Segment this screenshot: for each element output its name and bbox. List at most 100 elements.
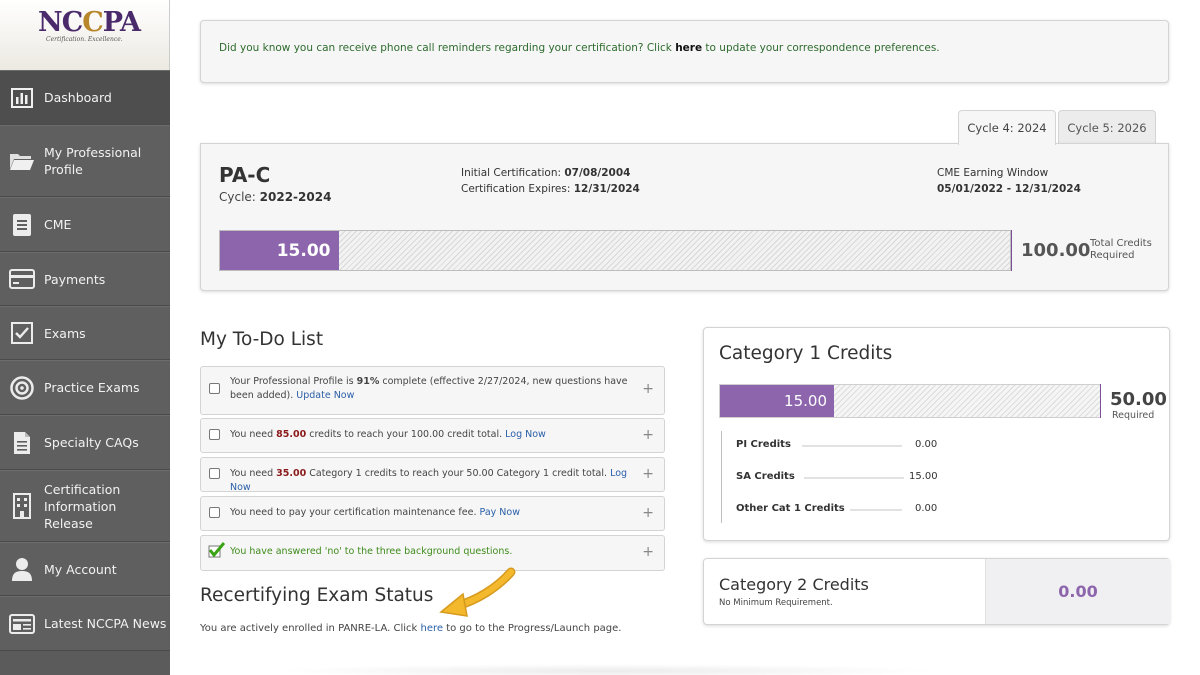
todo-item-category1[interactable]: You need 35.00 Category 1 credits to rea… [200,457,665,495]
sidebar-item-my-professional-profile[interactable]: My Professional Profile [0,125,170,197]
todo-text-pre: Your Professional Profile is [230,376,357,387]
sidebar-item-specialty-caqs[interactable]: Specialty CAQs [0,415,170,470]
certification-dates: Initial Certification: 07/08/2004 Certif… [461,165,640,197]
todo-text-pre: You need [230,429,277,440]
todo-item-background-questions[interactable]: You have answered 'no' to the three back… [200,535,665,571]
cert-expires-value: 12/31/2024 [573,183,640,195]
todo-text-pre: You need to pay your certification maint… [230,507,480,518]
category-2-title: Category 2 Credits [719,575,869,594]
sidebar-item-label: My Account [44,561,117,577]
todo-text-pre: You need [230,468,277,479]
sidebar-item-label: Certification Information Release [44,481,121,531]
todo-text-post: Category 1 credits to reach your 50.00 C… [306,468,611,479]
category-1-required-label: Required [1112,410,1155,421]
todo-checkbox[interactable] [209,429,220,440]
todo-list-title: My To-Do List [200,329,324,350]
nccpa-logo[interactable]: NCCPA Certification. Excellence. [0,0,170,70]
todo-item-profile[interactable]: Your Professional Profile is 91% complet… [200,366,665,415]
todo-text: You need 85.00 credits to reach your 100… [230,428,630,442]
todo-text-emphasis: 85.00 [276,429,307,440]
checkbox-icon [0,322,44,344]
total-credits-required-label: Total Credits Required [1090,238,1152,261]
file-icon [0,431,44,455]
expand-plus-icon[interactable]: + [642,427,654,443]
certification-title: PA-C [219,163,271,187]
todo-checkbox[interactable] [209,507,220,518]
log-now-link[interactable]: Log Now [505,429,546,440]
notice-here-link[interactable]: here [675,42,702,54]
cert-expires-label: Certification Expires: [461,183,574,195]
expand-plus-icon[interactable]: + [642,466,654,482]
credit-label: SA Credits [736,471,795,482]
total-credits-earned: 15.00 [276,240,331,261]
todo-item-credits[interactable]: You need 85.00 credits to reach your 100… [200,418,665,453]
sidebar-item-my-account[interactable]: My Account [0,542,170,596]
folder-icon [0,151,44,171]
sidebar: NCCPA Certification. Excellence. Dashboa… [0,0,170,675]
logo-wordmark: NCCPA [38,7,141,38]
divider [804,477,904,479]
sidebar-item-label: My Professional Profile [44,145,142,177]
category-1-progress-bar: 15.00 [719,384,1101,418]
category-1-progress-fill: 15.00 [720,385,834,417]
todo-text: You need 35.00 Category 1 credits to rea… [230,467,630,495]
exam-text-pre: You are actively enrolled in PANRE-LA. C… [200,623,421,634]
cycle-value: 2022-2024 [259,190,332,204]
tab-cycle-4[interactable]: Cycle 4: 2024 [958,110,1056,145]
todo-checkbox[interactable] [209,383,220,394]
target-icon [0,375,44,400]
user-icon [0,557,44,581]
certification-cycle: Cycle: 2022-2024 [219,190,331,204]
green-check-icon [207,542,226,562]
expand-plus-icon[interactable]: + [642,381,654,397]
sidebar-item-dashboard[interactable]: Dashboard [0,70,170,125]
sidebar-item-label: Latest NCCPA News [44,616,167,631]
sidebar-item-label: Payments [44,271,106,287]
cycle-label: Cycle: [219,190,260,204]
recertifying-exam-status-title: Recertifying Exam Status [200,585,434,606]
todo-text-emphasis: 35.00 [276,468,307,479]
progress-target-marker [1100,384,1101,418]
cme-window-label: CME Earning Window [937,167,1049,179]
divider [850,509,902,511]
expand-plus-icon[interactable]: + [642,505,654,521]
exam-status-text: You are actively enrolled in PANRE-LA. C… [200,623,621,634]
todo-text: You need to pay your certification maint… [230,506,630,520]
divider [802,445,902,447]
initial-cert-value: 07/08/2004 [564,167,631,179]
total-credits-required: 100.00 [1021,240,1091,261]
sidebar-item-label: Dashboard [44,90,112,105]
update-now-link[interactable]: Update Now [296,390,354,401]
category-2-credits-card: Category 2 Credits No Minimum Requiremen… [703,558,1170,625]
document-icon [0,213,44,237]
sidebar-item-certification-information-release[interactable]: Certification Information Release [0,470,170,542]
exam-text-post: to go to the Progress/Launch page. [443,623,622,634]
credit-value: 0.00 [915,503,938,514]
todo-text-emphasis: 91% [356,376,380,387]
cme-earning-window: CME Earning Window 05/01/2022 - 12/31/20… [937,165,1081,197]
expand-plus-icon[interactable]: + [642,544,654,560]
logo-tagline: Certification. Excellence. [46,36,123,43]
tab-cycle-5[interactable]: Cycle 5: 2026 [1058,110,1156,144]
total-credits-progress-bar: 15.00 [219,230,1011,271]
pay-now-link[interactable]: Pay Now [480,507,520,518]
certification-summary-card: PA-C Cycle: 2022-2024 Initial Certificat… [200,143,1169,291]
sidebar-item-exams[interactable]: Exams [0,306,170,360]
notice-text-before: Did you know you can receive phone call … [219,42,676,54]
todo-checkbox[interactable] [209,468,220,479]
sidebar-item-payments[interactable]: Payments [0,252,170,306]
credit-value: 15.00 [909,471,938,482]
correspondence-notice: Did you know you can receive phone call … [200,20,1169,83]
sidebar-item-practice-exams[interactable]: Practice Exams [0,360,170,415]
todo-item-maintenance-fee[interactable]: You need to pay your certification maint… [200,496,665,531]
category-1-earned: 15.00 [784,392,827,410]
sidebar-item-label: Practice Exams [44,380,140,395]
category-1-credits-card: Category 1 Credits 15.00 50.00 Required … [703,327,1170,541]
sidebar-item-latest-nccpa-news[interactable]: Latest NCCPA News [0,596,170,651]
credit-value: 0.00 [915,439,938,450]
progress-launch-link[interactable]: here [420,623,443,634]
sidebar-item-label: Exams [44,325,86,341]
sidebar-item-cme[interactable]: CME [0,197,170,252]
category-2-subtitle: No Minimum Requirement. [719,598,833,608]
notice-text: Did you know you can receive phone call … [219,42,940,54]
